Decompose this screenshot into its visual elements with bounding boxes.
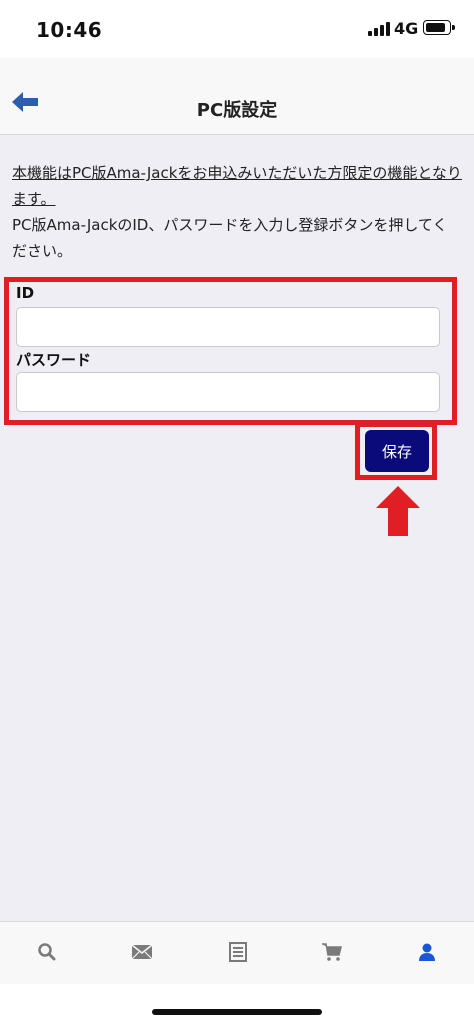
- home-indicator-area: [0, 984, 474, 1024]
- battery-icon: [423, 20, 455, 35]
- id-input[interactable]: [16, 307, 440, 347]
- list-icon: [229, 942, 247, 962]
- nav-bar: PC版設定: [0, 58, 474, 135]
- tab-mail[interactable]: [130, 940, 154, 964]
- notice-text: 本機能はPC版Ama-Jackをお申込みいただいた方限定の機能となります。 PC…: [12, 160, 462, 264]
- tab-cart[interactable]: [320, 940, 344, 964]
- login-form-highlight: ID パスワード: [4, 277, 457, 425]
- signal-icon: [368, 22, 390, 36]
- notice-underlined: 本機能はPC版Ama-Jackをお申込みいただいた方限定の機能となります。: [12, 164, 462, 208]
- tab-list[interactable]: [226, 940, 250, 964]
- tab-search[interactable]: [35, 940, 59, 964]
- tab-bar: [0, 921, 474, 984]
- password-input[interactable]: [16, 372, 440, 412]
- notice-body: PC版Ama-JackのID、パスワードを入力し登録ボタンを押してください。: [12, 216, 448, 260]
- password-label: パスワード: [16, 351, 92, 369]
- red-arrow-icon: [376, 486, 420, 536]
- save-button[interactable]: 保存: [365, 430, 429, 472]
- status-time: 10:46: [36, 18, 103, 42]
- mail-icon: [131, 944, 153, 960]
- search-icon: [38, 943, 56, 961]
- tab-user[interactable]: [415, 940, 439, 964]
- home-indicator[interactable]: [152, 1009, 322, 1015]
- status-bar: 10:46 4G: [0, 0, 474, 58]
- cart-icon: [322, 943, 342, 961]
- page-title: PC版設定: [196, 100, 278, 121]
- user-icon: [419, 943, 435, 961]
- id-label: ID: [16, 284, 35, 302]
- network-type: 4G: [394, 19, 419, 38]
